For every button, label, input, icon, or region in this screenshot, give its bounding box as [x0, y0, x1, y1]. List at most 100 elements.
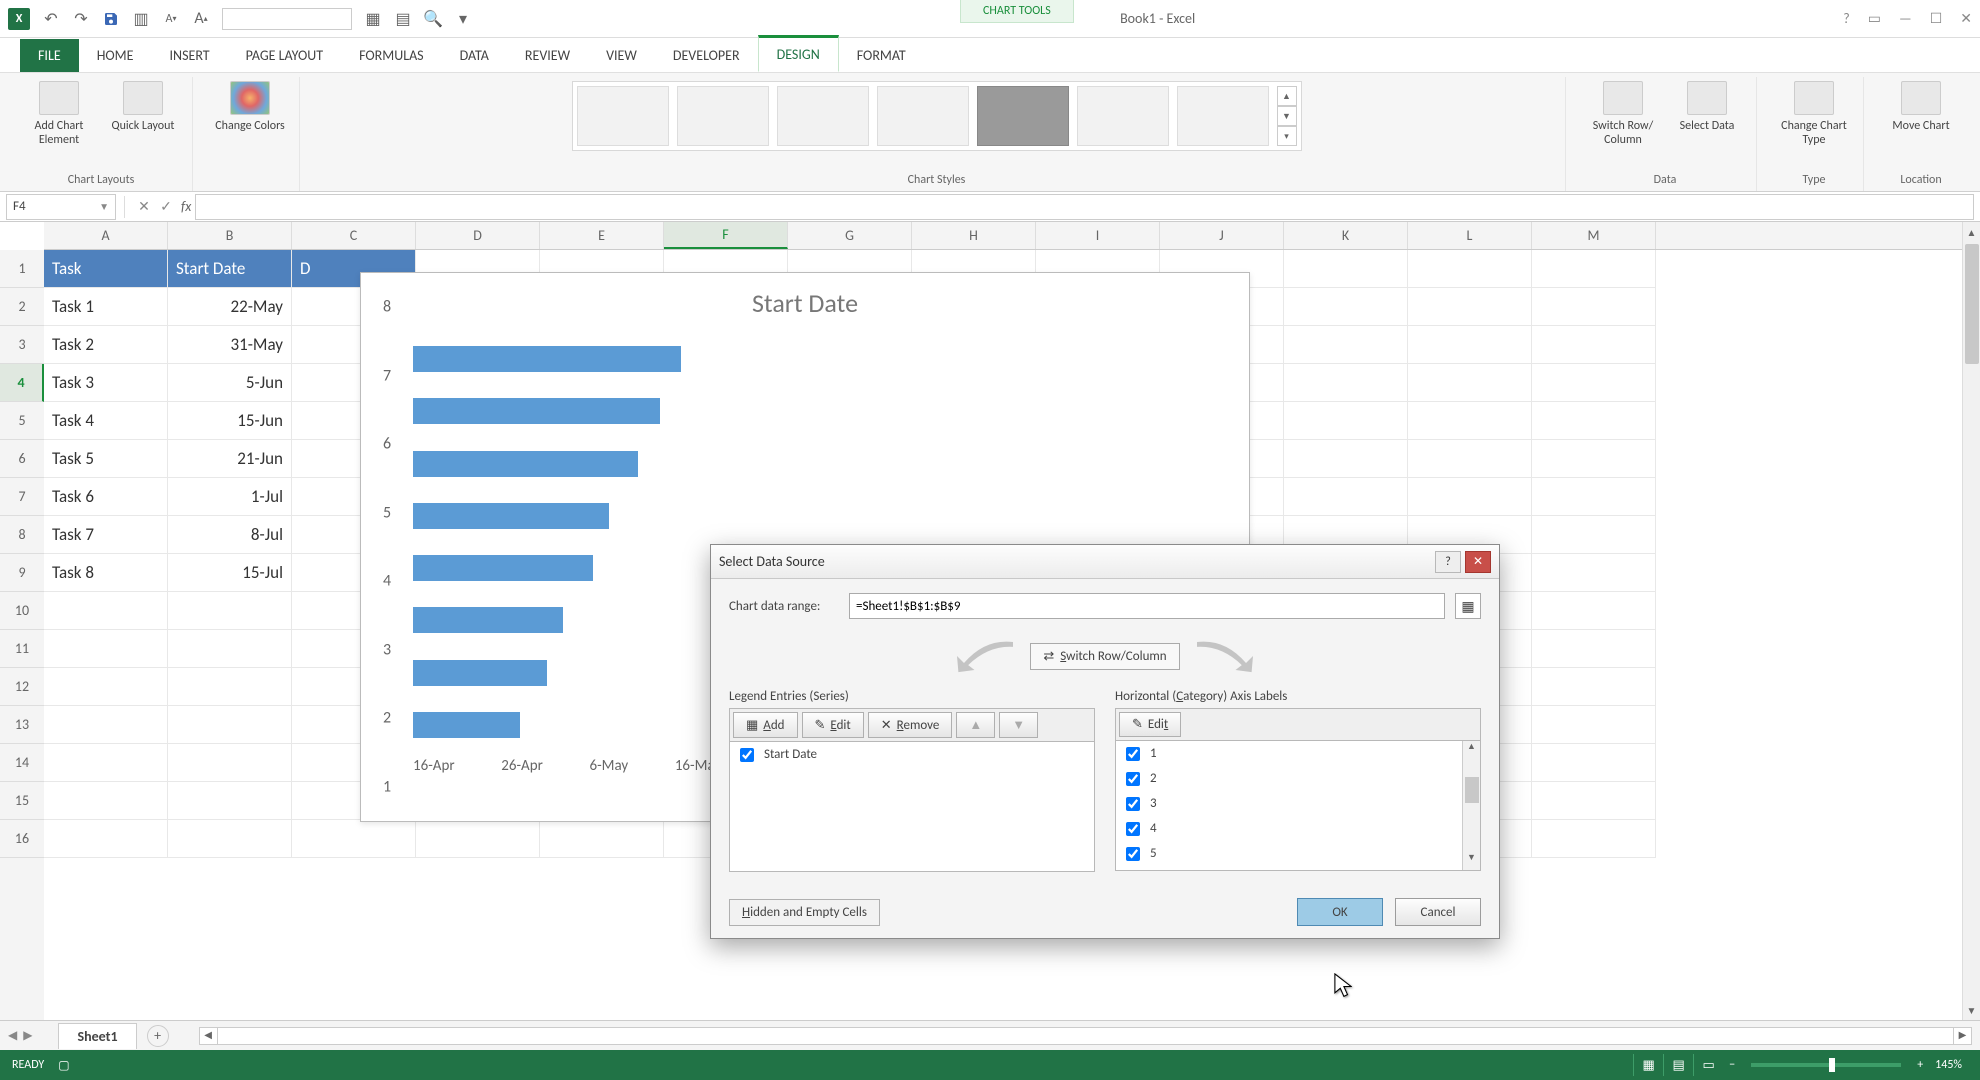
series-move-down-button[interactable]: ▼: [999, 712, 1038, 738]
category-list-item[interactable]: 5: [1116, 841, 1480, 866]
cell[interactable]: Start Date: [168, 250, 292, 288]
save-icon[interactable]: [102, 10, 120, 28]
tab-file[interactable]: FILE: [20, 39, 79, 72]
cell[interactable]: [1408, 440, 1532, 478]
series-move-up-button[interactable]: ▲: [956, 712, 995, 738]
category-checkbox[interactable]: [1126, 847, 1140, 861]
cell[interactable]: [44, 782, 168, 820]
zoom-icon[interactable]: 🔍: [424, 10, 442, 28]
column-header[interactable]: K: [1284, 222, 1408, 249]
sheet-tab[interactable]: Sheet1: [58, 1023, 136, 1049]
axis-edit-button[interactable]: ✎Edit: [1119, 712, 1181, 737]
zoom-in-icon[interactable]: +: [1911, 1058, 1929, 1072]
add-chart-element-button[interactable]: Add Chart Element: [24, 81, 94, 147]
cell[interactable]: Task 7: [44, 516, 168, 554]
series-remove-button[interactable]: ✕Remove: [868, 712, 953, 738]
column-header[interactable]: E: [540, 222, 664, 249]
chart-bar[interactable]: [413, 555, 593, 581]
cell[interactable]: 15-Jun: [168, 402, 292, 440]
switch-row-column-button[interactable]: Switch Row/ Column: [1588, 81, 1658, 147]
row-header[interactable]: 5: [0, 402, 44, 440]
macro-record-icon[interactable]: ▢: [58, 1058, 69, 1073]
category-list-item[interactable]: 4: [1116, 816, 1480, 841]
close-icon[interactable]: ✕: [1960, 10, 1972, 27]
cell[interactable]: [292, 820, 416, 858]
column-header[interactable]: B: [168, 222, 292, 249]
redo-icon[interactable]: ↷: [72, 10, 90, 28]
page-break-view-icon[interactable]: ▭: [1693, 1054, 1723, 1076]
tab-home[interactable]: HOME: [79, 39, 152, 72]
cell[interactable]: Task 5: [44, 440, 168, 478]
cell[interactable]: [1532, 668, 1656, 706]
chart-style-thumb[interactable]: [777, 86, 869, 146]
category-checkbox[interactable]: [1126, 822, 1140, 836]
cell[interactable]: [168, 782, 292, 820]
cell[interactable]: [44, 744, 168, 782]
cell[interactable]: [1284, 364, 1408, 402]
cell[interactable]: [1532, 478, 1656, 516]
ribbon-display-options-icon[interactable]: ▭: [1868, 10, 1881, 27]
column-header[interactable]: F: [664, 222, 788, 249]
cell[interactable]: [1284, 440, 1408, 478]
cell[interactable]: Task 6: [44, 478, 168, 516]
cell[interactable]: [168, 668, 292, 706]
row-header[interactable]: 12: [0, 668, 44, 706]
cell[interactable]: Task 2: [44, 326, 168, 364]
dialog-close-icon[interactable]: ✕: [1465, 551, 1491, 573]
cell[interactable]: [1284, 478, 1408, 516]
vertical-scrollbar[interactable]: ▲ ▼: [1962, 222, 1980, 1020]
cell[interactable]: 5-Jun: [168, 364, 292, 402]
chart-bar[interactable]: [413, 503, 609, 529]
row-header[interactable]: 15: [0, 782, 44, 820]
font-grow-icon[interactable]: A▴: [192, 10, 210, 28]
cell[interactable]: [1532, 250, 1656, 288]
cell[interactable]: [1284, 326, 1408, 364]
chart-style-thumb[interactable]: [1177, 86, 1269, 146]
cell[interactable]: [1408, 250, 1532, 288]
new-sheet-button[interactable]: +: [147, 1025, 169, 1047]
cell[interactable]: [416, 820, 540, 858]
cell[interactable]: Task 1: [44, 288, 168, 326]
column-header[interactable]: L: [1408, 222, 1532, 249]
cell[interactable]: 1-Jul: [168, 478, 292, 516]
cell[interactable]: [1532, 288, 1656, 326]
maximize-icon[interactable]: ☐: [1930, 10, 1943, 27]
cell[interactable]: Task 3: [44, 364, 168, 402]
column-header[interactable]: A: [44, 222, 168, 249]
tab-review[interactable]: REVIEW: [507, 39, 588, 72]
tab-page-layout[interactable]: PAGE LAYOUT: [228, 39, 341, 72]
zoom-slider[interactable]: [1751, 1063, 1901, 1067]
chart-bar[interactable]: [413, 607, 563, 633]
chart-bar[interactable]: [413, 660, 547, 686]
column-header[interactable]: G: [788, 222, 912, 249]
row-header[interactable]: 13: [0, 706, 44, 744]
cell[interactable]: 22-May: [168, 288, 292, 326]
series-list-item[interactable]: Start Date: [730, 742, 1094, 767]
qat-icon-b[interactable]: ▤: [394, 10, 412, 28]
cell[interactable]: [1532, 402, 1656, 440]
select-data-button[interactable]: Select Data: [1672, 81, 1742, 133]
row-header[interactable]: 16: [0, 820, 44, 858]
cell[interactable]: 15-Jul: [168, 554, 292, 592]
cell[interactable]: [1284, 288, 1408, 326]
cell[interactable]: [1532, 744, 1656, 782]
cell[interactable]: [44, 820, 168, 858]
change-chart-type-button[interactable]: Change Chart Type: [1779, 81, 1849, 147]
cell[interactable]: [44, 706, 168, 744]
name-box[interactable]: F4▼: [6, 194, 116, 220]
minimize-icon[interactable]: —: [1899, 10, 1912, 27]
chart-style-thumb[interactable]: [677, 86, 769, 146]
font-shrink-icon[interactable]: A▾: [162, 10, 180, 28]
row-header[interactable]: 4: [0, 364, 44, 402]
collapse-dialog-icon[interactable]: ▦: [1455, 593, 1481, 619]
row-header[interactable]: 2: [0, 288, 44, 326]
cell[interactable]: [1408, 478, 1532, 516]
qat-icon-c[interactable]: ▾: [454, 10, 472, 28]
row-header[interactable]: 14: [0, 744, 44, 782]
tab-format[interactable]: FORMAT: [839, 39, 924, 72]
category-list-scrollbar[interactable]: ▲▼: [1462, 741, 1480, 870]
qat-dropdown[interactable]: [222, 8, 352, 30]
cell[interactable]: [168, 592, 292, 630]
zoom-out-icon[interactable]: −: [1723, 1058, 1741, 1072]
category-list[interactable]: 12345▲▼: [1115, 741, 1481, 871]
